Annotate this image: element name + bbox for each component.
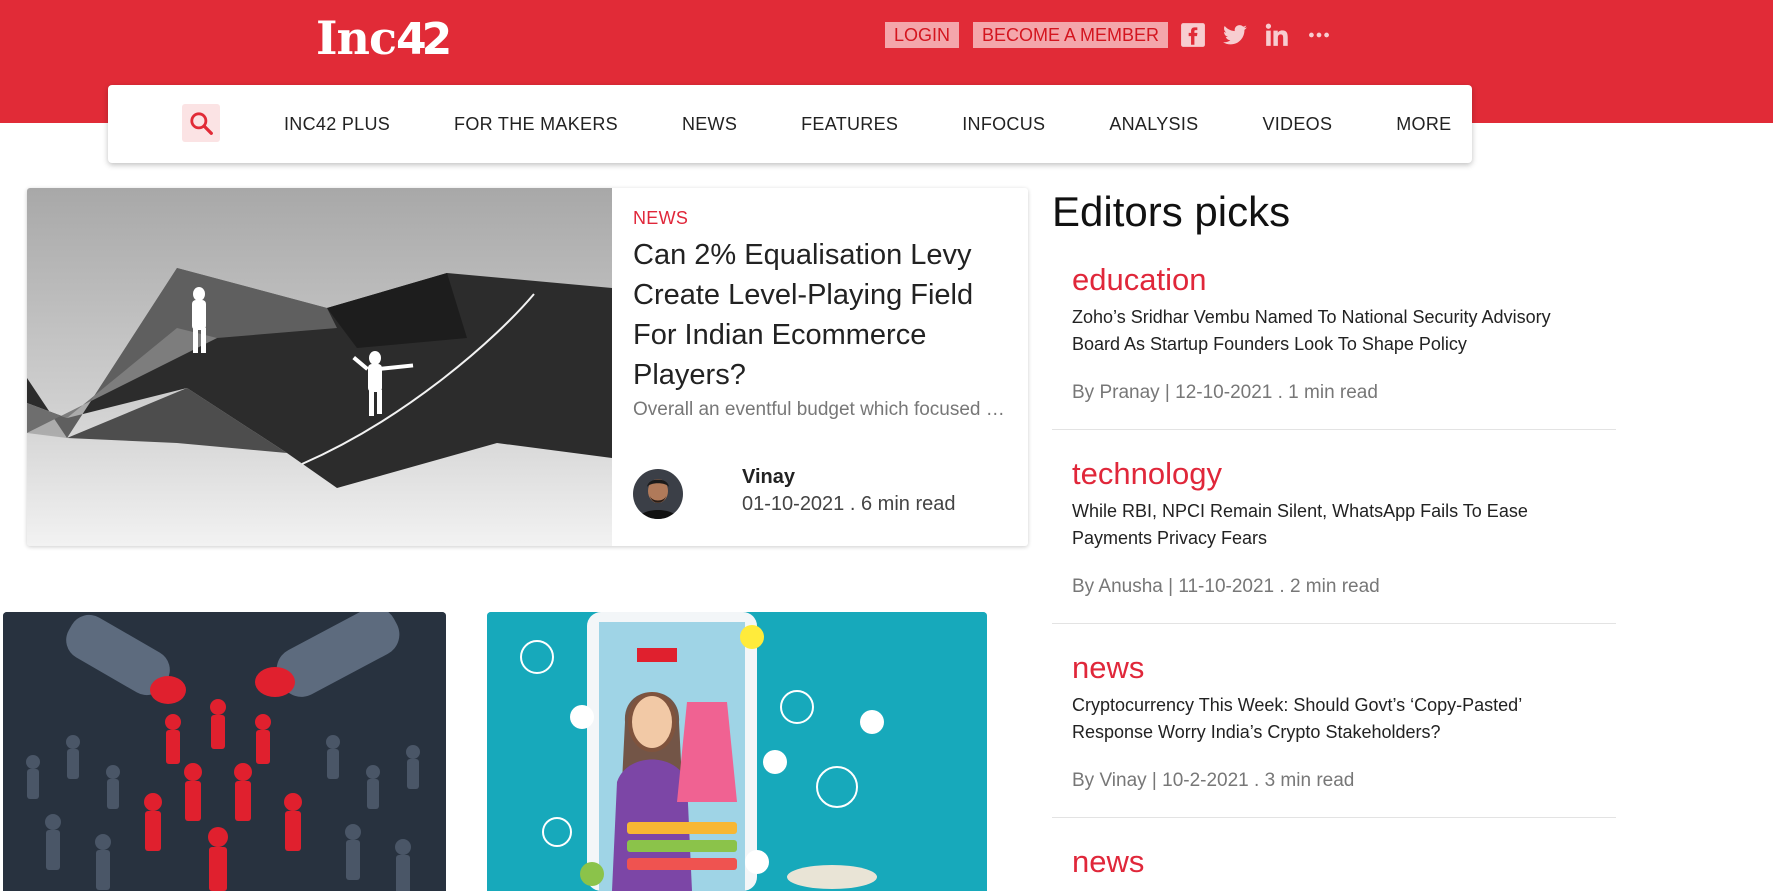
- site-logo[interactable]: Inc42: [316, 11, 452, 65]
- article-meta: 01-10-2021 . 6 min read: [742, 493, 956, 515]
- editors-picks-title: Editors picks: [1052, 188, 1291, 235]
- featured-article-body: NEWS Can 2% Equalisation Levy Create Lev…: [633, 208, 1013, 421]
- nav-item-analysis[interactable]: ANALYSIS: [1109, 114, 1198, 135]
- pick-title[interactable]: Cryptocurrency This Week: Should Govt’s …: [1072, 692, 1602, 746]
- search-button[interactable]: [182, 104, 220, 142]
- pick-category[interactable]: education: [1072, 262, 1206, 298]
- linkedin-icon[interactable]: [1264, 22, 1290, 48]
- more-dots-icon[interactable]: [1306, 22, 1332, 48]
- nav-item-more[interactable]: MORE: [1396, 114, 1451, 135]
- logo-number: 42: [395, 14, 452, 65]
- pick-title[interactable]: While RBI, NPCI Remain Silent, WhatsApp …: [1072, 498, 1602, 552]
- featured-article-title[interactable]: Can 2% Equalisation Levy Create Level-Pl…: [633, 235, 1013, 395]
- nav-item-infocus[interactable]: INFOCUS: [962, 114, 1045, 135]
- nav-item-inc42-plus[interactable]: INC42 PLUS: [284, 114, 390, 135]
- nav-item-videos[interactable]: VIDEOS: [1262, 114, 1332, 135]
- author-avatar[interactable]: [633, 469, 683, 519]
- pick-divider: [1052, 817, 1616, 818]
- social-links: [1180, 22, 1332, 48]
- pick-meta: By Pranay | 12-10-2021 . 1 min read: [1072, 382, 1378, 403]
- twitter-icon[interactable]: [1222, 22, 1248, 48]
- featured-article-category[interactable]: NEWS: [633, 208, 1013, 229]
- nav-item-features[interactable]: FEATURES: [801, 114, 898, 135]
- facebook-icon[interactable]: [1180, 22, 1206, 48]
- nav-item-news[interactable]: NEWS: [682, 114, 737, 135]
- featured-article-image[interactable]: [27, 188, 612, 546]
- nav-items: INC42 PLUS FOR THE MAKERS NEWS FEATURES …: [284, 85, 1451, 163]
- logo-text: Inc: [316, 11, 397, 65]
- featured-article-card[interactable]: NEWS Can 2% Equalisation Levy Create Lev…: [27, 188, 1028, 546]
- search-icon: [190, 112, 213, 135]
- login-button[interactable]: LOGIN: [885, 22, 960, 48]
- main-nav: INC42 PLUS FOR THE MAKERS NEWS FEATURES …: [108, 85, 1472, 163]
- editors-picks: Editors picks education Zoho’s Sridhar V…: [1052, 186, 1616, 879]
- article-thumbnail-surveillance[interactable]: [3, 612, 446, 891]
- pick-title[interactable]: Zoho’s Sridhar Vembu Named To National S…: [1072, 304, 1602, 358]
- featured-article-excerpt: Overall an eventful budget which focused…: [633, 399, 1013, 420]
- nav-item-for-the-makers[interactable]: FOR THE MAKERS: [454, 114, 618, 135]
- pick-divider: [1052, 429, 1616, 430]
- pick-meta: By Anusha | 11-10-2021 . 2 min read: [1072, 576, 1380, 597]
- header-actions: LOGIN BECOME A MEMBER: [885, 22, 1332, 48]
- author-name[interactable]: Vinay: [742, 466, 795, 489]
- pick-meta: By Vinay | 10-2-2021 . 3 min read: [1072, 770, 1355, 791]
- pick-category[interactable]: technology: [1072, 456, 1222, 492]
- pick-category[interactable]: news: [1072, 844, 1144, 880]
- pick-category[interactable]: news: [1072, 650, 1144, 686]
- become-member-button[interactable]: BECOME A MEMBER: [973, 22, 1169, 48]
- pick-divider: [1052, 623, 1616, 624]
- article-thumbnail-live-commerce[interactable]: [487, 612, 987, 891]
